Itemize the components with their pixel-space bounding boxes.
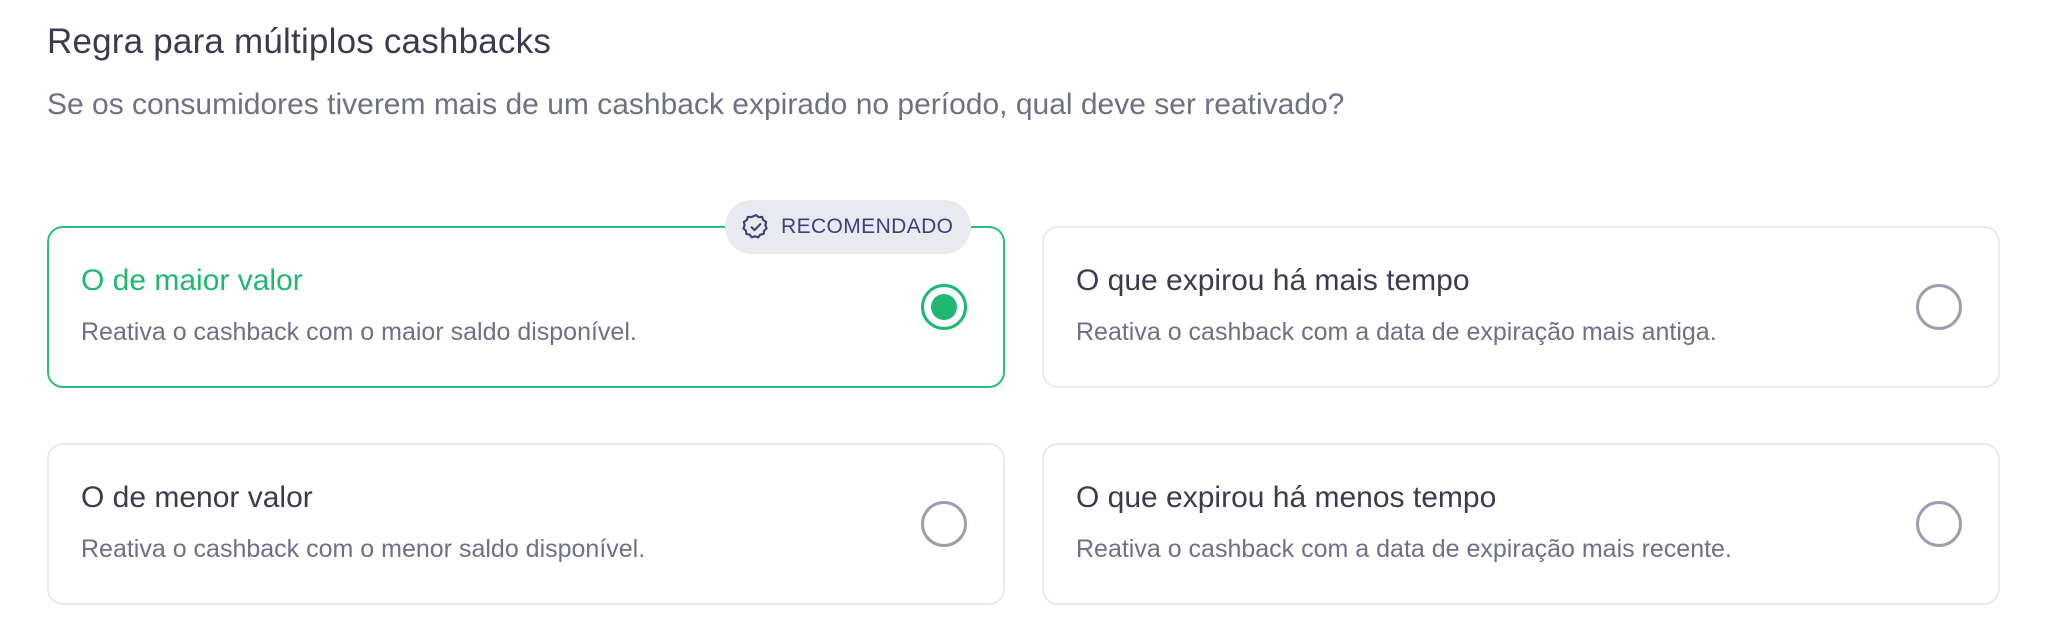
option-title: O de maior valor bbox=[81, 264, 303, 297]
option-title: O de menor valor bbox=[81, 481, 313, 514]
option-description: Reativa o cashback com a data de expiraç… bbox=[1076, 535, 1732, 563]
option-oldest-expired[interactable]: O que expirou há mais tempo Reativa o ca… bbox=[1042, 226, 2000, 388]
option-description: Reativa o cashback com a data de expiraç… bbox=[1076, 318, 1717, 346]
radio-button[interactable] bbox=[921, 501, 967, 547]
option-description: Reativa o cashback com o maior saldo dis… bbox=[81, 318, 637, 346]
option-description: Reativa o cashback com o menor saldo dis… bbox=[81, 535, 646, 563]
radio-dot bbox=[931, 294, 957, 320]
options-radio-group: RECOMENDADO O de maior valor Reativa o c… bbox=[47, 200, 2002, 606]
radio-button-checked[interactable] bbox=[921, 284, 967, 330]
badge-label: RECOMENDADO bbox=[781, 215, 954, 238]
option-highest-value[interactable]: RECOMENDADO O de maior valor Reativa o c… bbox=[47, 200, 1005, 388]
section-subtitle: Se os consumidores tiverem mais de um ca… bbox=[47, 88, 1345, 121]
option-most-recent-expired[interactable]: O que expirou há menos tempo Reativa o c… bbox=[1042, 443, 2000, 605]
cashback-rule-page: Regra para múltiplos cashbacks Se os con… bbox=[0, 0, 2048, 633]
option-title: O que expirou há mais tempo bbox=[1076, 264, 1470, 297]
radio-button[interactable] bbox=[1916, 501, 1962, 547]
section-title: Regra para múltiplos cashbacks bbox=[47, 22, 552, 61]
recommended-badge: RECOMENDADO bbox=[725, 200, 972, 254]
radio-button[interactable] bbox=[1916, 284, 1962, 330]
verified-badge-icon bbox=[742, 214, 768, 239]
option-title: O que expirou há menos tempo bbox=[1076, 481, 1497, 514]
option-lowest-value[interactable]: O de menor valor Reativa o cashback com … bbox=[47, 443, 1005, 605]
